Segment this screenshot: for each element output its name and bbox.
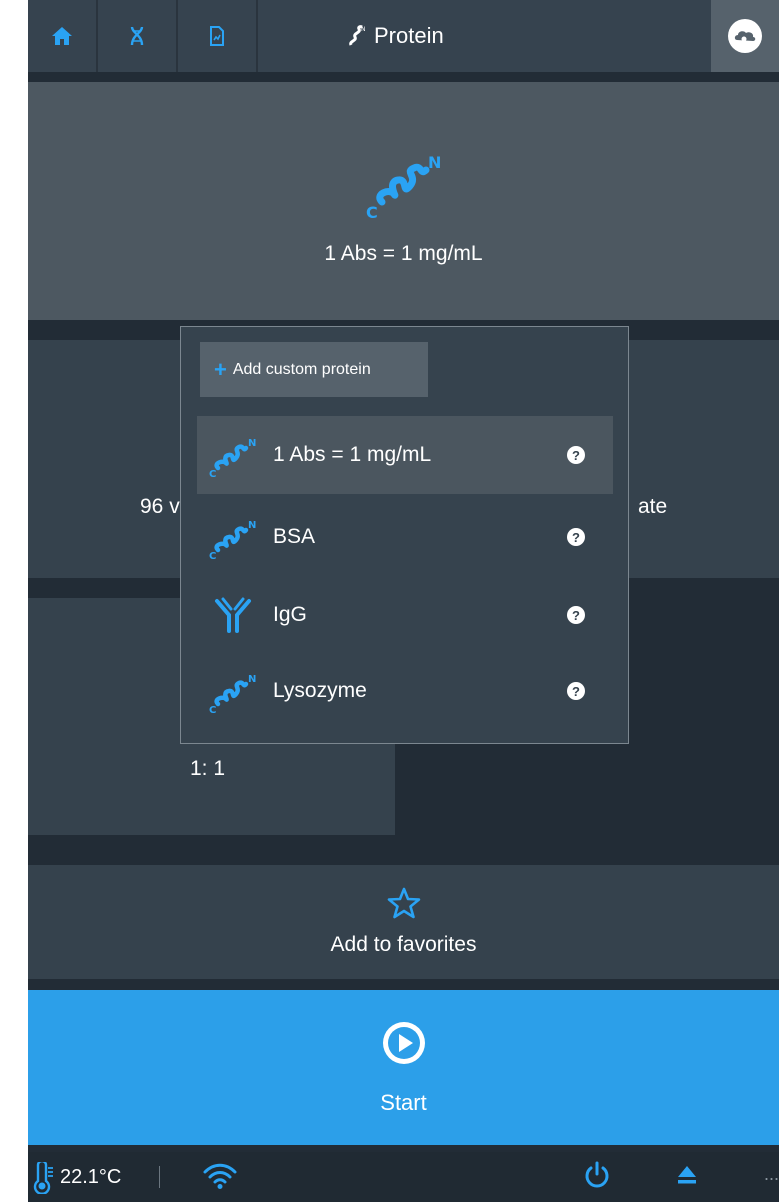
app-window: N Protein N C 1 Abs = 1 mg/mL 96 v ate 1… <box>28 0 779 1202</box>
start-button[interactable]: Start <box>28 990 779 1145</box>
svg-text:C: C <box>209 705 216 714</box>
svg-text:N: N <box>248 674 256 685</box>
method-tile[interactable]: N C 1 Abs = 1 mg/mL <box>28 82 779 320</box>
protein-option-1abs[interactable]: N C 1 Abs = 1 mg/mL ? <box>197 416 613 494</box>
home-button[interactable] <box>28 0 96 72</box>
plus-icon: + <box>214 356 227 382</box>
option-label: 1 Abs = 1 mg/mL <box>273 443 432 466</box>
method-label: 1 Abs = 1 mg/mL <box>324 242 483 265</box>
page-title: N Protein <box>348 0 444 72</box>
temperature-value: 22.1°C <box>60 1166 122 1188</box>
option-label: IgG <box>273 603 307 626</box>
antibody-icon <box>215 597 251 633</box>
power-icon[interactable] <box>584 1161 610 1189</box>
top-bar: N Protein <box>28 0 779 72</box>
sample-left-text: 96 v <box>140 495 180 518</box>
thermometer-icon <box>33 1162 53 1194</box>
eject-icon[interactable] <box>676 1164 698 1186</box>
protein-helix-icon: N C <box>209 520 256 560</box>
protein-icon: N <box>349 25 366 46</box>
help-icon[interactable]: ? <box>567 446 585 464</box>
option-label: Lysozyme <box>273 679 367 702</box>
help-icon[interactable]: ? <box>567 682 585 700</box>
protein-helix-icon: N C <box>366 153 441 220</box>
sample-right-text: ate <box>638 495 668 518</box>
svg-text:C: C <box>209 469 216 478</box>
star-icon <box>387 887 420 919</box>
help-icon[interactable]: ? <box>567 528 585 546</box>
dna-icon <box>130 26 144 46</box>
more-button[interactable]: ... <box>764 1164 779 1185</box>
protein-helix-icon: N C <box>209 438 256 478</box>
protein-option-lysozyme[interactable]: N C Lysozyme ? <box>197 652 613 730</box>
report-button[interactable] <box>178 0 256 72</box>
protein-helix-icon: N C <box>209 674 256 714</box>
option-label: BSA <box>273 525 316 548</box>
status-bar: 22.1°C ... <box>28 1152 779 1202</box>
play-icon <box>382 1021 425 1064</box>
start-label: Start <box>380 1089 427 1115</box>
svg-text:N: N <box>428 153 441 172</box>
svg-text:N: N <box>248 438 256 449</box>
cloud-icon <box>728 19 762 53</box>
protein-dropdown: + Add custom protein N C 1 Abs = 1 mg/mL… <box>180 326 629 744</box>
favorites-label: Add to favorites <box>330 933 477 956</box>
add-to-favorites-button[interactable]: Add to favorites <box>28 865 779 979</box>
page-title-text: Protein <box>374 23 444 48</box>
svg-text:N: N <box>361 26 366 33</box>
wifi-icon <box>203 1163 237 1189</box>
add-custom-label: Add custom protein <box>232 360 371 378</box>
svg-text:C: C <box>209 551 216 560</box>
home-icon <box>52 27 72 45</box>
protein-option-igg[interactable]: IgG ? <box>197 576 613 654</box>
cloud-button[interactable] <box>711 0 779 72</box>
help-icon[interactable]: ? <box>567 606 585 624</box>
status-divider <box>159 1166 160 1188</box>
svg-text:N: N <box>248 520 256 531</box>
add-custom-protein-button[interactable]: + Add custom protein <box>200 342 428 397</box>
svg-text:C: C <box>366 203 378 220</box>
dna-button[interactable] <box>98 0 176 72</box>
ratio-value: 1: 1 <box>190 757 226 780</box>
protein-option-bsa[interactable]: N C BSA ? <box>197 498 613 576</box>
report-icon <box>210 26 224 46</box>
